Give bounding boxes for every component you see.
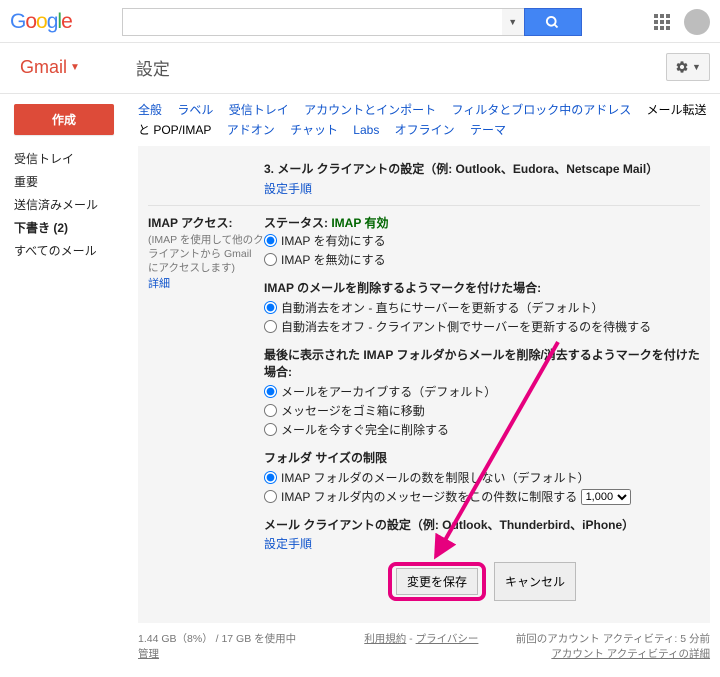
last-activity: 前回のアカウント アクティビティ: 5 分前 [516,631,710,646]
search-options-dropdown[interactable]: ▼ [502,8,524,36]
limit-option[interactable]: IMAP フォルダ内のメッセージ数をこの件数に制限する 1,000 [264,487,700,506]
google-logo[interactable]: Google [10,10,72,34]
search-button[interactable] [524,8,582,36]
apps-icon[interactable] [654,14,670,30]
imap-enable-option[interactable]: IMAP を有効にする [264,231,700,250]
tab-themes[interactable]: テーマ [470,123,506,137]
tab-accounts[interactable]: アカウントとインポート [304,103,436,117]
no-limit-option[interactable]: IMAP フォルダのメールの数を制限しない（デフォルト） [264,468,700,487]
save-changes-button[interactable]: 変更を保存 [396,568,478,595]
imap-status-label: ステータス: [264,216,328,230]
tab-offline[interactable]: オフライン [395,123,455,137]
compose-button[interactable]: 作成 [14,104,114,135]
nav-important[interactable]: 重要 [14,170,138,193]
config-steps-link[interactable]: 設定手順 [264,182,312,196]
tab-labs[interactable]: Labs [353,123,379,137]
imap-detail-link[interactable]: 詳細 [148,278,170,290]
nav-drafts[interactable]: 下書き (2) [14,216,138,239]
search-icon [545,15,560,30]
tab-addons[interactable]: アドオン [227,123,275,137]
auto-expunge-on[interactable]: 自動消去をオン - 直ちにサーバーを更新する（デフォルト） [264,298,700,317]
gear-icon [675,60,689,74]
account-avatar[interactable] [684,9,710,35]
tab-general[interactable]: 全般 [138,103,162,117]
settings-tabs: 全般 ラベル 受信トレイ アカウントとインポート フィルタとブロック中のアドレス… [138,100,710,146]
cancel-button[interactable]: キャンセル [494,562,576,601]
imap-delete-heading: IMAP のメールを削除するようマークを付けた場合: [264,279,700,296]
gmail-dropdown[interactable]: Gmail▼ [20,57,80,78]
page-title: 設定 [136,55,170,80]
search-input[interactable] [122,8,502,36]
settings-gear-button[interactable]: ▼ [666,53,710,81]
client-config-link[interactable]: 設定手順 [264,537,312,551]
tab-labels[interactable]: ラベル [177,103,213,117]
auto-expunge-off[interactable]: 自動消去をオフ - クライアント側でサーバーを更新するのを待機する [264,317,700,336]
trash-option[interactable]: メッセージをゴミ箱に移動 [264,401,700,420]
imap-access-desc: (IMAP を使用して他のクライアントから Gmail にアクセスします) [148,233,264,275]
nav-inbox[interactable]: 受信トレイ [14,147,138,170]
privacy-link[interactable]: プライバシー [416,633,479,645]
terms-link[interactable]: 利用規約 [364,633,406,645]
tab-inbox[interactable]: 受信トレイ [229,103,289,117]
mail-client-config-heading: メール クライアントの設定（例: Outlook、Thunderbird、iPh… [264,516,700,533]
nav-sent[interactable]: 送信済みメール [14,193,138,216]
activity-details-link[interactable]: アカウント アクティビティの詳細 [551,648,710,660]
storage-usage: 1.44 GB（8%） / 17 GB を使用中 [138,631,327,646]
nav-all-mail[interactable]: すべてのメール [14,239,138,262]
delete-forever-option[interactable]: メールを今すぐ完全に削除する [264,420,700,439]
folder-size-heading: フォルダ サイズの制限 [264,449,700,466]
imap-access-label: IMAP アクセス: [148,214,264,231]
mail-client-heading: 3. メール クライアントの設定（例: Outlook、Eudora、Netsc… [264,160,700,177]
tab-filters[interactable]: フィルタとブロック中のアドレス [451,103,631,117]
imap-disable-option[interactable]: IMAP を無効にする [264,250,700,269]
imap-last-folder-heading: 最後に表示された IMAP フォルダからメールを削除/消去するようマークを付けた… [264,346,700,380]
tab-chat[interactable]: チャット [290,123,338,137]
archive-option[interactable]: メールをアーカイブする（デフォルト） [264,382,700,401]
manage-storage-link[interactable]: 管理 [138,648,159,660]
imap-status-value: IMAP 有効 [331,216,388,230]
limit-select[interactable]: 1,000 [581,489,631,505]
annotation-highlight: 変更を保存 [388,562,486,601]
